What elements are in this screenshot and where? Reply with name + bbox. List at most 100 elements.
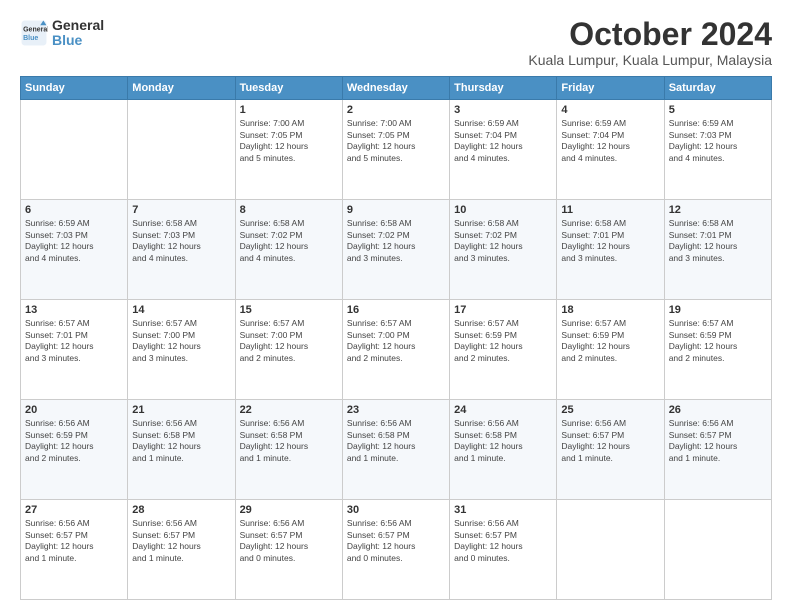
table-cell: 19Sunrise: 6:57 AM Sunset: 6:59 PM Dayli… <box>664 300 771 400</box>
table-cell <box>21 100 128 200</box>
col-saturday: Saturday <box>664 77 771 100</box>
day-info: Sunrise: 6:57 AM Sunset: 7:00 PM Dayligh… <box>347 318 445 364</box>
day-number: 30 <box>347 503 445 517</box>
day-info: Sunrise: 6:56 AM Sunset: 6:57 PM Dayligh… <box>240 518 338 564</box>
day-number: 6 <box>25 203 123 217</box>
day-info: Sunrise: 6:56 AM Sunset: 6:58 PM Dayligh… <box>454 418 552 464</box>
day-info: Sunrise: 6:59 AM Sunset: 7:04 PM Dayligh… <box>561 118 659 164</box>
day-info: Sunrise: 7:00 AM Sunset: 7:05 PM Dayligh… <box>240 118 338 164</box>
month-title: October 2024 <box>528 18 772 50</box>
logo-icon: General Blue <box>20 19 48 47</box>
table-cell: 29Sunrise: 6:56 AM Sunset: 6:57 PM Dayli… <box>235 500 342 600</box>
table-cell: 10Sunrise: 6:58 AM Sunset: 7:02 PM Dayli… <box>450 200 557 300</box>
day-info: Sunrise: 6:58 AM Sunset: 7:01 PM Dayligh… <box>669 218 767 264</box>
col-wednesday: Wednesday <box>342 77 449 100</box>
table-cell <box>557 500 664 600</box>
day-info: Sunrise: 6:59 AM Sunset: 7:03 PM Dayligh… <box>669 118 767 164</box>
col-sunday: Sunday <box>21 77 128 100</box>
day-number: 15 <box>240 303 338 317</box>
day-number: 24 <box>454 403 552 417</box>
logo: General Blue General Blue <box>20 18 104 49</box>
table-cell <box>664 500 771 600</box>
location-subtitle: Kuala Lumpur, Kuala Lumpur, Malaysia <box>528 52 772 68</box>
day-number: 3 <box>454 103 552 117</box>
day-info: Sunrise: 6:58 AM Sunset: 7:03 PM Dayligh… <box>132 218 230 264</box>
table-cell: 3Sunrise: 6:59 AM Sunset: 7:04 PM Daylig… <box>450 100 557 200</box>
week-row-5: 27 Sunrise: 6:56 AM Sunset: 6:57 PM Dayli… <box>21 500 772 600</box>
day-number: 8 <box>240 203 338 217</box>
table-cell: 12Sunrise: 6:58 AM Sunset: 7:01 PM Dayli… <box>664 200 771 300</box>
table-cell: 13Sunrise: 6:57 AM Sunset: 7:01 PM Dayli… <box>21 300 128 400</box>
table-cell: 4Sunrise: 6:59 AM Sunset: 7:04 PM Daylig… <box>557 100 664 200</box>
table-cell: 9Sunrise: 6:58 AM Sunset: 7:02 PM Daylig… <box>342 200 449 300</box>
day-info: Sunrise: 6:56 AM Sunset: 6:58 PM Dayligh… <box>240 418 338 464</box>
table-cell: 18Sunrise: 6:57 AM Sunset: 6:59 PM Dayli… <box>557 300 664 400</box>
calendar-table: Sunday Monday Tuesday Wednesday Thursday… <box>20 76 772 600</box>
table-cell: 30Sunrise: 6:56 AM Sunset: 6:57 PM Dayli… <box>342 500 449 600</box>
table-cell: 1Sunrise: 7:00 AM Sunset: 7:05 PM Daylig… <box>235 100 342 200</box>
svg-text:General: General <box>23 27 48 34</box>
day-info: Sunrise: 6:58 AM Sunset: 7:02 PM Dayligh… <box>454 218 552 264</box>
table-cell: 27Sunrise: 6:56 AM Sunset: 6:57 PM Dayli… <box>21 500 128 600</box>
table-cell: 23Sunrise: 6:56 AM Sunset: 6:58 PM Dayli… <box>342 400 449 500</box>
day-number: 13 <box>25 303 123 317</box>
day-info: Sunrise: 6:57 AM Sunset: 6:59 PM Dayligh… <box>454 318 552 364</box>
table-cell: 14Sunrise: 6:57 AM Sunset: 7:00 PM Dayli… <box>128 300 235 400</box>
day-number: 2 <box>347 103 445 117</box>
table-cell: 8Sunrise: 6:58 AM Sunset: 7:02 PM Daylig… <box>235 200 342 300</box>
col-monday: Monday <box>128 77 235 100</box>
logo-text: General Blue <box>52 18 104 49</box>
day-number: 31 <box>454 503 552 517</box>
table-cell: 17Sunrise: 6:57 AM Sunset: 6:59 PM Dayli… <box>450 300 557 400</box>
day-info: Sunrise: 6:58 AM Sunset: 7:02 PM Dayligh… <box>240 218 338 264</box>
day-number: 29 <box>240 503 338 517</box>
week-row-4: 20Sunrise: 6:56 AM Sunset: 6:59 PM Dayli… <box>21 400 772 500</box>
day-number: 1 <box>240 103 338 117</box>
day-info: Sunrise: 6:58 AM Sunset: 7:01 PM Dayligh… <box>561 218 659 264</box>
day-number: 19 <box>669 303 767 317</box>
table-cell: 15Sunrise: 6:57 AM Sunset: 7:00 PM Dayli… <box>235 300 342 400</box>
table-cell: 28Sunrise: 6:56 AM Sunset: 6:57 PM Dayli… <box>128 500 235 600</box>
table-cell: 6Sunrise: 6:59 AM Sunset: 7:03 PM Daylig… <box>21 200 128 300</box>
table-cell: 7Sunrise: 6:58 AM Sunset: 7:03 PM Daylig… <box>128 200 235 300</box>
table-cell: 24Sunrise: 6:56 AM Sunset: 6:58 PM Dayli… <box>450 400 557 500</box>
col-thursday: Thursday <box>450 77 557 100</box>
header: General Blue General Blue October 2024 K… <box>20 18 772 68</box>
day-number: 25 <box>561 403 659 417</box>
table-cell: 2Sunrise: 7:00 AM Sunset: 7:05 PM Daylig… <box>342 100 449 200</box>
calendar-header-row: Sunday Monday Tuesday Wednesday Thursday… <box>21 77 772 100</box>
day-info: Sunrise: 6:58 AM Sunset: 7:02 PM Dayligh… <box>347 218 445 264</box>
day-info: Sunrise: 6:56 AM Sunset: 6:57 PM Dayligh… <box>561 418 659 464</box>
day-number: 5 <box>669 103 767 117</box>
day-info: Sunrise: 6:57 AM Sunset: 7:01 PM Dayligh… <box>25 318 123 364</box>
day-number: 10 <box>454 203 552 217</box>
day-number: 27 <box>25 503 123 517</box>
day-number: 17 <box>454 303 552 317</box>
day-number: 28 <box>132 503 230 517</box>
day-info: Sunrise: 6:56 AM Sunset: 6:57 PM Dayligh… <box>347 518 445 564</box>
col-tuesday: Tuesday <box>235 77 342 100</box>
day-info: Sunrise: 6:57 AM Sunset: 7:00 PM Dayligh… <box>132 318 230 364</box>
week-row-3: 13Sunrise: 6:57 AM Sunset: 7:01 PM Dayli… <box>21 300 772 400</box>
day-info: Sunrise: 6:56 AM Sunset: 6:57 PM Dayligh… <box>454 518 552 564</box>
svg-text:Blue: Blue <box>23 35 38 42</box>
day-info: Sunrise: 6:57 AM Sunset: 6:59 PM Dayligh… <box>561 318 659 364</box>
day-number: 12 <box>669 203 767 217</box>
day-number: 23 <box>347 403 445 417</box>
week-row-2: 6Sunrise: 6:59 AM Sunset: 7:03 PM Daylig… <box>21 200 772 300</box>
day-info: Sunrise: 6:56 AM Sunset: 6:57 PM Dayligh… <box>669 418 767 464</box>
table-cell: 21Sunrise: 6:56 AM Sunset: 6:58 PM Dayli… <box>128 400 235 500</box>
table-cell: 5Sunrise: 6:59 AM Sunset: 7:03 PM Daylig… <box>664 100 771 200</box>
table-cell <box>128 100 235 200</box>
col-friday: Friday <box>557 77 664 100</box>
title-block: October 2024 Kuala Lumpur, Kuala Lumpur,… <box>528 18 772 68</box>
day-info: Sunrise: 6:57 AM Sunset: 6:59 PM Dayligh… <box>669 318 767 364</box>
table-cell: 25Sunrise: 6:56 AM Sunset: 6:57 PM Dayli… <box>557 400 664 500</box>
table-cell: 26Sunrise: 6:56 AM Sunset: 6:57 PM Dayli… <box>664 400 771 500</box>
day-info: Sunrise: 6:56 AM Sunset: 6:58 PM Dayligh… <box>132 418 230 464</box>
table-cell: 31Sunrise: 6:56 AM Sunset: 6:57 PM Dayli… <box>450 500 557 600</box>
page: General Blue General Blue October 2024 K… <box>0 0 792 612</box>
day-info: Sunrise: 6:57 AM Sunset: 7:00 PM Dayligh… <box>240 318 338 364</box>
day-info: Sunrise: 6:56 AM Sunset: 6:58 PM Dayligh… <box>347 418 445 464</box>
day-info: Sunrise: 6:59 AM Sunset: 7:03 PM Dayligh… <box>25 218 123 264</box>
